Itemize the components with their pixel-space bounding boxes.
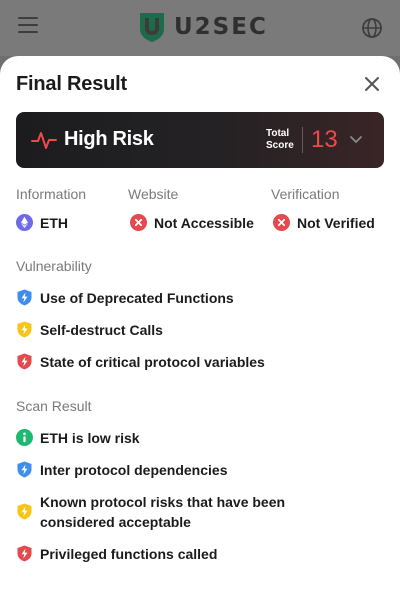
total-score-caption: Total Score [266, 128, 298, 152]
scan-result-label: Scan Result [16, 398, 92, 414]
pulse-icon [31, 132, 57, 149]
final-result-sheet: Final Result High Risk Total Score 13 In… [0, 56, 400, 600]
scan-result-item-text: Known protocol risks that have been cons… [40, 494, 286, 530]
close-icon[interactable] [362, 74, 382, 94]
error-x-icon [273, 214, 290, 231]
scan-result-item: Inter protocol dependencies [16, 460, 360, 480]
scan-result-item: Privileged functions called [16, 544, 360, 564]
risk-level: High Risk [64, 128, 154, 150]
hamburger-menu-icon[interactable] [18, 17, 38, 33]
brand-logo[interactable]: U2SEC [138, 11, 268, 43]
risk-summary-card[interactable]: High Risk Total Score 13 [16, 112, 384, 168]
information-value: ETH [16, 214, 68, 231]
scan-result-item-text: Inter protocol dependencies [40, 462, 228, 478]
verification-label: Verification [271, 186, 340, 202]
verification-text: Not Verified [297, 214, 375, 231]
vulnerability-item: Use of Deprecated Functions [16, 288, 360, 308]
score-caption-line-1: Total [266, 128, 290, 139]
vulnerability-item-text: State of critical protocol variables [40, 354, 265, 370]
scan-result-item-text: Privileged functions called [40, 546, 218, 562]
bolt-shield-icon [17, 503, 32, 520]
website-text: Not Accessible [154, 214, 254, 231]
brand-name: U2SEC [174, 14, 268, 40]
vulnerability-item: State of critical protocol variables [16, 352, 360, 372]
information-text: ETH [40, 214, 68, 231]
shield-logo-icon [140, 13, 164, 42]
bolt-shield-icon [17, 461, 32, 478]
error-x-icon [130, 214, 147, 231]
vulnerability-item-text: Use of Deprecated Functions [40, 290, 234, 306]
chevron-down-icon[interactable] [349, 132, 363, 146]
bolt-shield-icon [17, 353, 32, 370]
scan-result-item-text: ETH is low risk [40, 430, 140, 446]
sheet-title: Final Result [16, 73, 127, 95]
total-score-value: 13 [311, 126, 338, 153]
scan-result-item: ETH is low risk [16, 428, 360, 448]
globe-icon[interactable] [361, 17, 383, 39]
bolt-shield-icon [17, 545, 32, 562]
eth-icon [16, 214, 33, 231]
top-app-bar: U2SEC [0, 0, 400, 56]
information-label: Information [16, 186, 87, 202]
website-label: Website [128, 186, 179, 202]
info-icon [16, 429, 33, 446]
verification-value: Not Verified [273, 214, 375, 231]
vulnerability-label: Vulnerability [16, 258, 92, 274]
scan-result-item: Known protocol risks that have been cons… [16, 492, 360, 532]
vulnerability-item: Self-destruct Calls [16, 320, 360, 340]
website-value: Not Accessible [130, 214, 254, 231]
bolt-shield-icon [17, 321, 32, 338]
vulnerability-item-text: Self-destruct Calls [40, 322, 163, 338]
bolt-shield-icon [17, 289, 32, 306]
score-divider [302, 127, 303, 153]
score-caption-line-2: Score [266, 140, 294, 151]
